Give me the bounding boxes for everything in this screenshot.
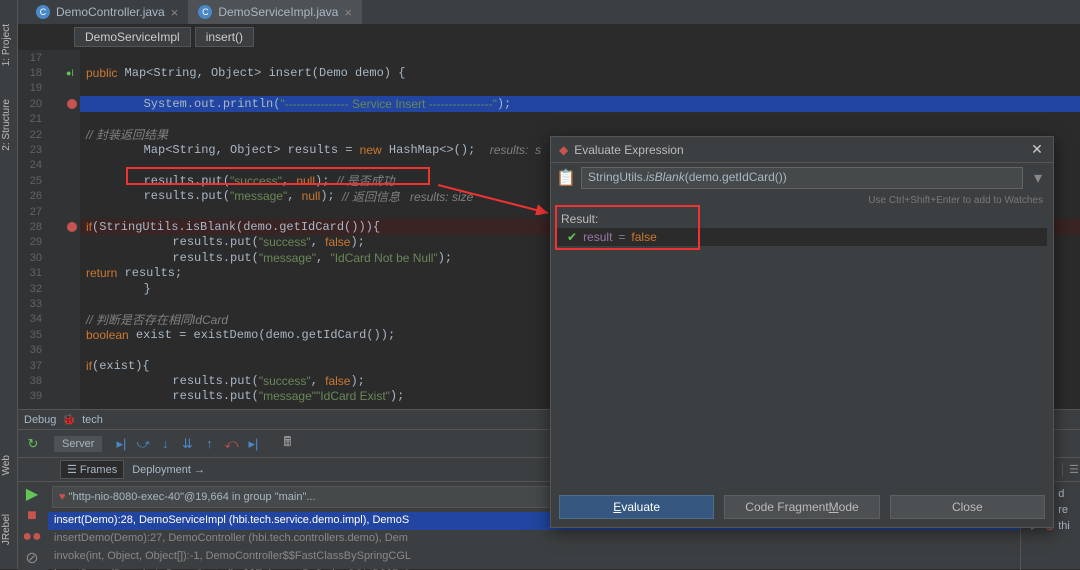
debug-label: Debug	[24, 414, 56, 426]
app-icon: ◆	[559, 143, 568, 157]
code-line[interactable]: public Map<String, Object> insert(Demo d…	[80, 65, 1080, 80]
breadcrumb: DemoServiceImpl insert()	[18, 24, 1080, 50]
expand-icon[interactable]: ▾	[1029, 169, 1047, 187]
result-label: Result:	[551, 208, 1053, 228]
force-step-into-icon[interactable]: ⇊	[176, 433, 198, 455]
close-button[interactable]: Close	[890, 495, 1045, 519]
resume-icon[interactable]: ▶	[20, 484, 44, 504]
close-icon[interactable]: ✕	[1029, 142, 1045, 158]
sidebar-tab-web[interactable]: Web	[0, 451, 13, 479]
code-fragment-mode-button[interactable]: Code Fragment Mode	[724, 495, 879, 519]
stack-frame[interactable]: invoke(int, Object, Object[]):-1, DemoCo…	[48, 548, 1020, 566]
breadcrumb-method[interactable]: insert()	[195, 27, 254, 47]
evaluate-icon[interactable]: 🖩	[276, 433, 298, 455]
debug-bug-icon: 🐞	[62, 413, 76, 426]
sidebar-tab-structure[interactable]: 2: Structure	[0, 95, 13, 155]
mute-breakpoints-icon[interactable]: ⊘	[20, 548, 44, 568]
step-out-icon[interactable]: ↑	[198, 433, 220, 455]
code-line[interactable]	[80, 50, 1080, 65]
sidebar-tab-project[interactable]: 1: Project	[0, 20, 13, 70]
deployment-tab[interactable]: Deployment →	[132, 464, 205, 476]
tab-demoserviceimpl[interactable]: C DemoServiceImpl.java ×	[188, 0, 362, 24]
stop-icon[interactable]: ■	[20, 506, 44, 525]
history-icon[interactable]: 📋	[557, 169, 575, 187]
java-class-icon: C	[36, 5, 50, 19]
dialog-title: Evaluate Expression	[574, 143, 683, 157]
java-class-icon: C	[198, 5, 212, 19]
close-icon[interactable]: ×	[171, 5, 179, 20]
code-line[interactable]: System.out.println("---------------- Ser…	[80, 96, 1080, 111]
stack-frame[interactable]: insertDemo(Demo):27, DemoController (hbi…	[48, 530, 1020, 548]
stack-frame[interactable]: insertDemo(Demo):-1, DemoController$$Enh…	[48, 566, 1020, 570]
sidebar-tab-jrebel[interactable]: JRebel	[0, 510, 13, 549]
drop-frame-icon[interactable]: ⤺	[220, 433, 242, 455]
step-into-icon[interactable]: ↓	[154, 433, 176, 455]
debug-config: tech	[82, 414, 103, 426]
evaluate-button[interactable]: Evaluate	[559, 495, 714, 519]
rerun-icon[interactable]: ↻	[22, 433, 44, 455]
server-tab[interactable]: Server	[54, 436, 102, 452]
tab-label: DemoServiceImpl.java	[218, 5, 338, 19]
run-to-cursor-icon[interactable]: ▸|	[242, 433, 264, 455]
check-icon: ✔	[567, 230, 577, 244]
code-line[interactable]	[80, 81, 1080, 96]
show-execution-icon[interactable]: ▸|	[110, 433, 132, 455]
code-line[interactable]	[80, 112, 1080, 127]
frames-tab[interactable]: ☰ Frames	[60, 460, 124, 479]
step-over-icon[interactable]: ⤻	[132, 433, 154, 455]
editor-tabs: C DemoController.java × C DemoServiceImp…	[18, 0, 1080, 24]
tab-democontroller[interactable]: C DemoController.java ×	[26, 0, 188, 24]
close-icon[interactable]: ×	[344, 5, 352, 20]
expression-input[interactable]: StringUtils.isBlank(demo.getIdCard())	[581, 167, 1023, 189]
breakpoints-icon[interactable]: ●●	[20, 527, 44, 546]
evaluate-expression-dialog: ◆ Evaluate Expression ✕ 📋 StringUtils.is…	[550, 136, 1054, 528]
tab-label: DemoController.java	[56, 5, 165, 19]
hint-text: Use Ctrl+Shift+Enter to add to Watches	[551, 193, 1053, 208]
breadcrumb-class[interactable]: DemoServiceImpl	[74, 27, 191, 47]
result-value[interactable]: ✔ result = false	[557, 228, 1047, 246]
